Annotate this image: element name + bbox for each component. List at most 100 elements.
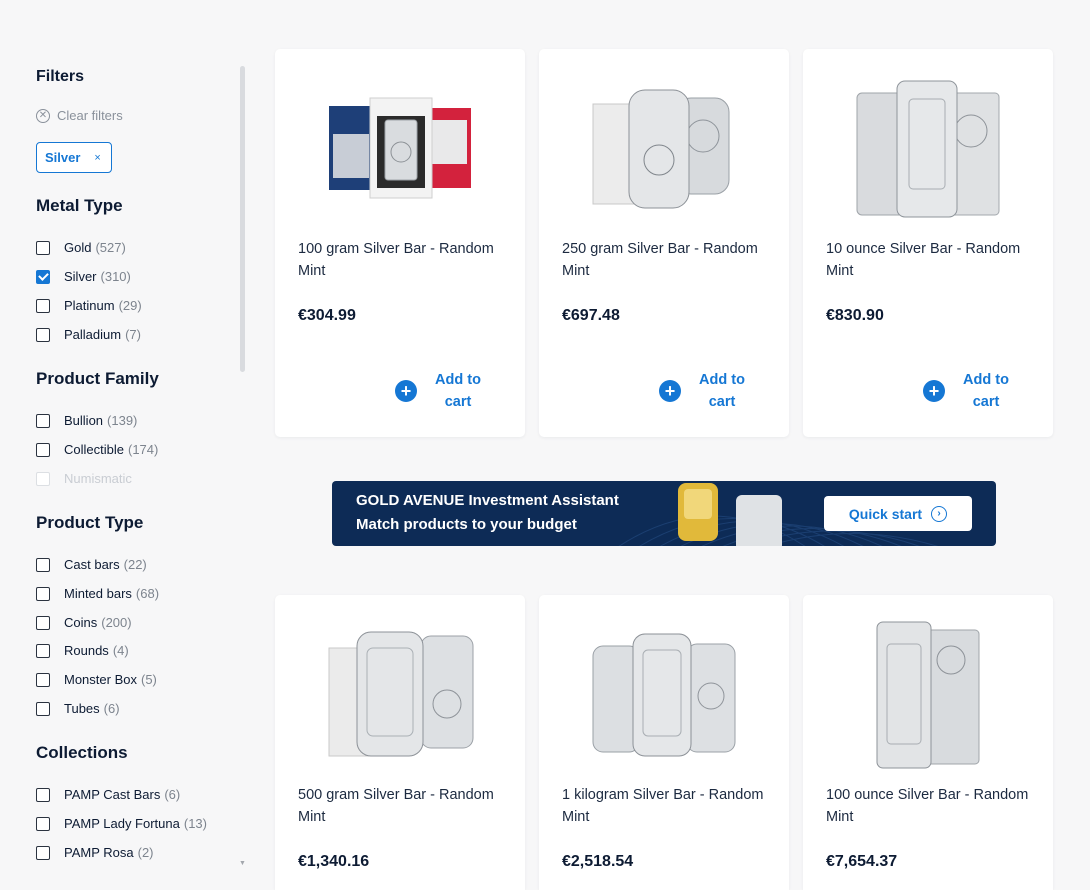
filter-count: (29) (118, 298, 142, 313)
product-card[interactable]: 1 kilogram Silver Bar - Random Mint €2,5… (539, 595, 789, 890)
checkbox-checked[interactable] (36, 269, 50, 284)
filter-label: Coins (64, 615, 98, 630)
filter-count: (527) (95, 240, 126, 255)
filter-label: Palladium (64, 327, 122, 342)
filter-cast-bars[interactable]: Cast bars (22) (36, 557, 147, 572)
filter-count: (68) (135, 586, 160, 601)
chip-label: Silver (45, 150, 81, 165)
checkbox[interactable] (36, 557, 50, 572)
product-name[interactable]: 1 kilogram Silver Bar - Random Mint (562, 784, 772, 828)
filters-title: Filters (36, 68, 85, 85)
chip-remove-icon[interactable]: × (94, 152, 100, 164)
silver-bars-10oz-image[interactable] (823, 69, 1033, 229)
product-card[interactable]: 100 ounce Silver Bar - Random Mint €7,65… (803, 595, 1053, 890)
add-to-cart-button[interactable]: + Add to cart (659, 369, 753, 413)
filter-rounds[interactable]: Rounds (4) (36, 643, 129, 658)
filter-count: (13) (183, 816, 207, 831)
checkbox[interactable] (36, 787, 50, 802)
filter-count: (200) (101, 615, 132, 630)
filter-label: Rounds (64, 643, 109, 658)
product-name[interactable]: 10 ounce Silver Bar - Random Mint (826, 238, 1036, 282)
filter-label: PAMP Cast Bars (64, 787, 161, 802)
quick-start-button[interactable]: Quick start › (824, 496, 972, 531)
filter-count: (22) (123, 557, 147, 572)
filter-minted-bars[interactable]: Minted bars (68) (36, 586, 159, 601)
checkbox[interactable] (36, 672, 50, 687)
quick-start-label: Quick start (848, 505, 923, 522)
product-card[interactable]: 100 gram Silver Bar - Random Mint €304.9… (275, 49, 525, 437)
filter-count: (4) (112, 643, 129, 658)
investment-assistant-banner[interactable]: GOLD AVENUE Investment Assistant Match p… (332, 481, 996, 546)
product-type-heading: Product Type (36, 513, 144, 532)
filter-label: Monster Box (64, 672, 137, 687)
filter-gold[interactable]: Gold (527) (36, 240, 126, 255)
add-to-cart-button[interactable]: + Add to cart (395, 369, 489, 413)
product-price: €697.48 (562, 307, 620, 324)
product-name[interactable]: 250 gram Silver Bar - Random Mint (562, 238, 772, 282)
banner-title: GOLD AVENUE Investment Assistant (356, 492, 619, 509)
filter-label: Bullion (64, 413, 104, 428)
checkbox[interactable] (36, 413, 50, 428)
clear-filters-button[interactable]: ✕ Clear filters (36, 108, 123, 123)
silver-bars-100oz-image[interactable] (823, 615, 1033, 775)
metal-type-heading: Metal Type (36, 196, 123, 215)
filter-count: (310) (100, 269, 131, 284)
checkbox[interactable] (36, 615, 50, 630)
product-card[interactable]: 500 gram Silver Bar - Random Mint €1,340… (275, 595, 525, 890)
checkbox[interactable] (36, 701, 50, 716)
silver-bars-100g-image[interactable] (295, 69, 505, 229)
filter-bullion[interactable]: Bullion (139) (36, 413, 137, 428)
filters-sidebar: Filters ✕ Clear filters Silver × Metal T… (0, 0, 248, 890)
filter-platinum[interactable]: Platinum (29) (36, 298, 142, 313)
add-to-cart-button[interactable]: + Add to cart (923, 369, 1017, 413)
clear-filters-label: Clear filters (57, 108, 123, 123)
filter-label: Minted bars (64, 586, 132, 601)
filter-label: Cast bars (64, 557, 120, 572)
checkbox[interactable] (36, 442, 50, 457)
product-price: €2,518.54 (562, 853, 634, 870)
filter-label: Platinum (64, 298, 115, 313)
filter-pamp-cast-bars[interactable]: PAMP Cast Bars (6) (36, 787, 180, 802)
filter-collectible[interactable]: Collectible (174) (36, 442, 158, 457)
product-name[interactable]: 500 gram Silver Bar - Random Mint (298, 784, 508, 828)
filter-pamp-lady-fortuna[interactable]: PAMP Lady Fortuna (13) (36, 816, 207, 831)
scroll-down-arrow-icon[interactable]: ▼ (239, 860, 246, 867)
filter-label: Collectible (64, 442, 124, 457)
product-card[interactable]: 250 gram Silver Bar - Random Mint €697.4… (539, 49, 789, 437)
product-price: €304.99 (298, 307, 356, 324)
product-price: €1,340.16 (298, 853, 370, 870)
silver-bars-500g-image[interactable] (295, 615, 505, 775)
checkbox[interactable] (36, 816, 50, 831)
plus-circle-icon: + (395, 380, 417, 402)
add-to-cart-label: Add to cart (699, 372, 745, 410)
checkbox[interactable] (36, 845, 50, 860)
filter-count: (7) (125, 327, 141, 342)
product-price: €7,654.37 (826, 853, 898, 870)
checkbox[interactable] (36, 586, 50, 601)
filter-coins[interactable]: Coins (200) (36, 615, 132, 630)
checkbox[interactable] (36, 327, 50, 342)
product-name[interactable]: 100 ounce Silver Bar - Random Mint (826, 784, 1036, 828)
filter-silver[interactable]: Silver (310) (36, 269, 131, 284)
filter-label: Silver (64, 269, 97, 284)
plus-circle-icon: + (923, 380, 945, 402)
checkbox[interactable] (36, 240, 50, 255)
filter-count: (139) (107, 413, 138, 428)
checkbox[interactable] (36, 298, 50, 313)
product-card[interactable]: 10 ounce Silver Bar - Random Mint €830.9… (803, 49, 1053, 437)
active-filter-chip-silver[interactable]: Silver × (36, 142, 112, 173)
filter-count: (174) (127, 442, 159, 457)
checkbox[interactable] (36, 643, 50, 658)
filter-label: Gold (64, 240, 92, 255)
filter-label: PAMP Rosa (64, 845, 134, 860)
silver-bars-1kg-image[interactable] (559, 615, 769, 775)
product-name[interactable]: 100 gram Silver Bar - Random Mint (298, 238, 508, 282)
filter-tubes[interactable]: Tubes (6) (36, 701, 120, 716)
add-to-cart-label: Add to cart (963, 372, 1009, 410)
filter-monster-box[interactable]: Monster Box (5) (36, 672, 157, 687)
sidebar-scrollbar-thumb[interactable] (240, 66, 245, 372)
filter-palladium[interactable]: Palladium (7) (36, 327, 141, 342)
silver-bars-250g-image[interactable] (559, 69, 769, 229)
filter-pamp-rosa[interactable]: PAMP Rosa (2) (36, 845, 154, 860)
filter-count: (2) (137, 845, 154, 860)
